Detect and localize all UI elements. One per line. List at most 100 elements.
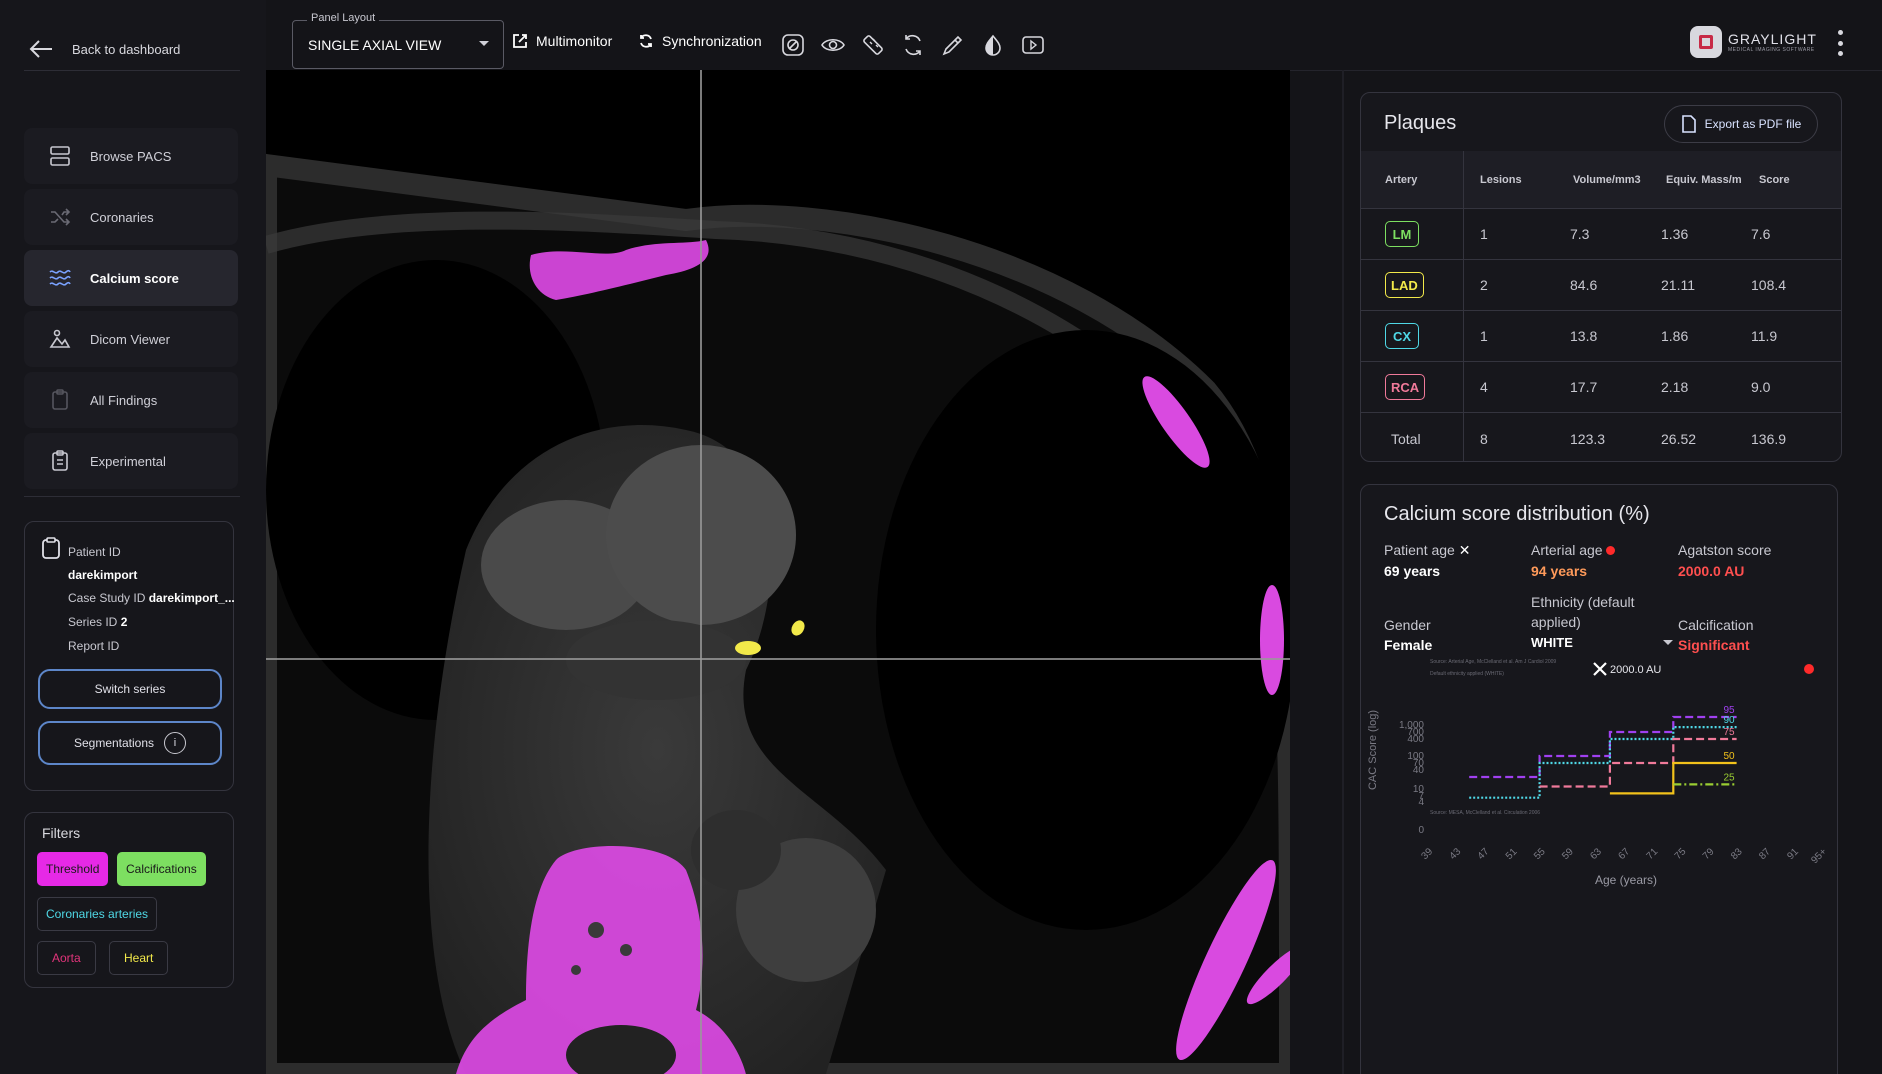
filter-chip-aorta[interactable]: Aorta <box>37 941 96 975</box>
x-axis-label: Age (years) <box>1595 873 1657 887</box>
column-divider <box>1463 151 1464 461</box>
cell-lesions: 8 <box>1480 430 1488 447</box>
x-tick-label: 51 <box>1504 846 1520 862</box>
nav-item-browse-pacs[interactable]: Browse PACS <box>24 128 238 184</box>
plaques-table: Artery Lesions Volume/mm3 Equiv. Mass/m … <box>1361 151 1841 461</box>
panel-layout-select[interactable]: Panel Layout SINGLE AXIAL VIEW <box>292 12 504 69</box>
table-row[interactable]: Total 8 123.3 26.52 136.9 <box>1361 413 1841 461</box>
filter-chip-calcifications[interactable]: Calcifications <box>117 852 206 886</box>
back-to-dashboard-link[interactable]: Back to dashboard <box>28 38 180 60</box>
nav-item-calcium-score[interactable]: Calcium score <box>24 250 238 306</box>
nav-item-experimental[interactable]: Experimental <box>24 433 238 489</box>
patient-id-value: darekimport <box>68 568 138 582</box>
pipette-icon[interactable] <box>940 32 966 58</box>
ruler-icon[interactable] <box>860 32 886 58</box>
x-tick-label: 83 <box>1729 846 1745 862</box>
table-row[interactable]: CX 1 13.8 1.86 11.9 <box>1361 311 1841 362</box>
y-tick-label: 400 <box>1407 734 1424 745</box>
red-dot-icon <box>1606 546 1616 555</box>
switch-series-button[interactable]: Switch series <box>38 669 222 709</box>
x-tick-label: 79 <box>1701 846 1717 862</box>
y-axis-label: CAC Score (log) <box>1367 710 1379 790</box>
ethnicity-label: Ethnicity (default applied) <box>1531 594 1635 630</box>
table-row[interactable]: RCA 4 17.7 2.18 9.0 <box>1361 362 1841 413</box>
agatston-label: Agatston score <box>1678 542 1772 558</box>
multimonitor-button[interactable]: Multimonitor <box>512 33 612 49</box>
clipboard-icon <box>42 537 60 559</box>
segmentations-button[interactable]: Segmentations i <box>38 721 222 765</box>
file-icon <box>1681 115 1696 133</box>
ethnicity-select[interactable]: WHITE <box>1531 635 1673 650</box>
server-icon <box>50 146 70 166</box>
cell-volume: 84.6 <box>1570 277 1598 293</box>
clipboard-icon <box>52 389 68 410</box>
calcification-label: Calcification <box>1678 617 1754 633</box>
patient-age-label: Patient age ✕ <box>1384 542 1471 558</box>
nav-item-dicom-viewer[interactable]: Dicom Viewer <box>24 311 238 367</box>
column-header: Equiv. Mass/m <box>1666 173 1742 186</box>
x-tick-label: 95+ <box>1809 846 1829 866</box>
rotate-icon[interactable] <box>900 32 926 58</box>
chart-source-top: Source: Arterial Age, McClelland et al. … <box>1430 659 1556 665</box>
nav-label: All Findings <box>90 392 158 408</box>
ct-axial-viewport[interactable] <box>266 70 1290 1074</box>
chart-source-bottom: Source: MESA, McClelland et al. Circulat… <box>1430 810 1540 816</box>
export-pdf-button[interactable]: Export as PDF file <box>1664 105 1818 143</box>
cross-marker-icon: ✕ <box>1458 542 1471 558</box>
table-row[interactable]: LAD 2 84.6 21.11 108.4 <box>1361 260 1841 311</box>
nav-item-coronaries[interactable]: Coronaries <box>24 189 238 245</box>
contrast-icon[interactable] <box>980 32 1006 58</box>
info-icon: i <box>164 732 187 754</box>
filter-chip-heart[interactable]: Heart <box>109 941 169 975</box>
x-tick-label: 71 <box>1645 846 1661 862</box>
x-tick-label: 39 <box>1419 846 1435 862</box>
nav-label: Coronaries <box>90 209 154 225</box>
more-options-icon[interactable] <box>1836 30 1844 56</box>
cell-mass: 21.11 <box>1661 277 1695 293</box>
agatston-value: 2000.0 AU <box>1678 563 1745 579</box>
patient-age-value: 69 years <box>1384 563 1441 579</box>
artery-badge: CX <box>1385 323 1419 349</box>
brand-tagline: MEDICAL IMAGING SOFTWARE <box>1728 47 1815 53</box>
nav-item-all-findings[interactable]: All Findings <box>24 372 238 428</box>
cell-mass: 26.52 <box>1661 430 1697 447</box>
x-tick-label: 67 <box>1616 846 1632 862</box>
graylight-logo: GRAYLIGHT MEDICAL IMAGING SOFTWARE <box>1690 26 1817 58</box>
table-row[interactable]: LM 1 7.3 1.36 7.6 <box>1361 209 1841 260</box>
logo-mark-icon <box>1690 26 1722 58</box>
eye-icon[interactable] <box>820 32 846 58</box>
patient-id-label: Patient ID <box>68 545 121 559</box>
y-tick-label: 0 <box>1418 825 1424 836</box>
nav-label: Experimental <box>90 453 166 469</box>
plaques-panel: Plaques Export as PDF file Artery Lesion… <box>1360 92 1842 462</box>
cell-mass: 2.18 <box>1661 379 1689 395</box>
filter-chip-coronaries-arteries[interactable]: Coronaries arteries <box>37 897 158 931</box>
cell-lesions: 1 <box>1480 328 1488 344</box>
filters-title: Filters <box>42 825 81 841</box>
cell-volume: 123.3 <box>1570 430 1606 447</box>
nav-menu: Browse PACS Coronaries Calcium score Dic… <box>24 128 238 494</box>
series-row: Series ID 2 <box>68 615 128 629</box>
image-icon <box>49 329 71 348</box>
filter-chip-threshold[interactable]: Threshold <box>37 852 109 886</box>
artery-badge: LAD <box>1385 272 1424 298</box>
video-icon[interactable] <box>1020 32 1046 58</box>
arrow-left-icon <box>29 40 52 58</box>
divider <box>24 70 240 71</box>
total-label: Total <box>1391 430 1421 447</box>
case-study-row: Case Study ID darekimport_... <box>68 591 235 605</box>
x-tick-label: 91 <box>1785 846 1801 862</box>
column-header: Volume/mm3 <box>1573 173 1641 186</box>
arterial-age-value: 94 years <box>1531 563 1588 579</box>
ct-image <box>266 70 1290 1074</box>
cell-score: 11.9 <box>1751 328 1778 344</box>
series-label: 75 <box>1723 727 1735 738</box>
artery-badge: RCA <box>1385 374 1426 400</box>
cell-score: 7.6 <box>1751 226 1771 242</box>
synchronization-button[interactable]: Synchronization <box>638 33 762 49</box>
patient-marker-icon <box>1593 662 1607 676</box>
panel-divider <box>1342 70 1344 1074</box>
cell-score: 9.0 <box>1751 379 1771 395</box>
window-level-icon[interactable] <box>780 32 806 58</box>
artery-badge: LM <box>1385 221 1419 247</box>
